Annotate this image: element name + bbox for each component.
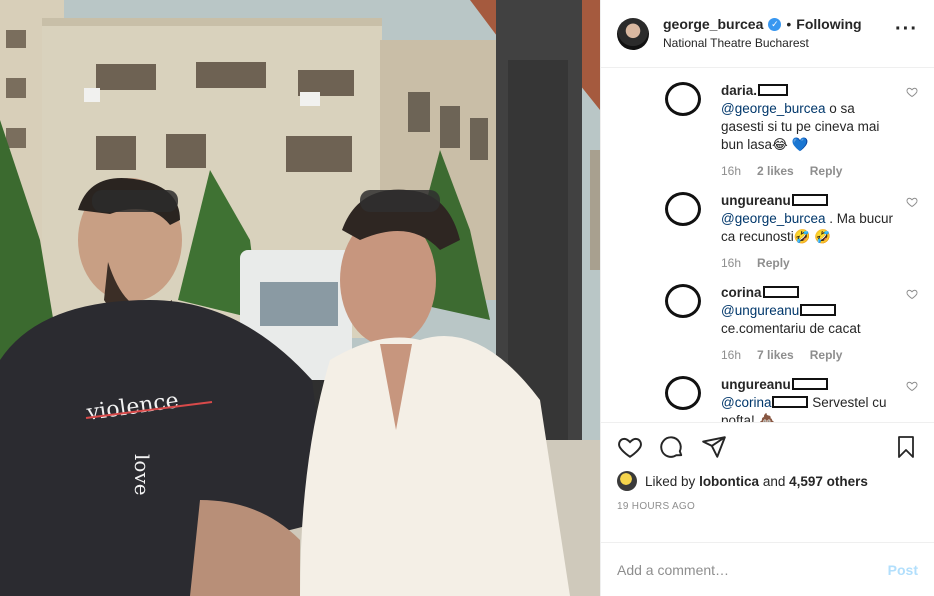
comment-time: 16h xyxy=(721,256,742,270)
redaction-box xyxy=(762,286,799,298)
photo-illustration: violence love xyxy=(0,0,600,596)
like-comment-heart-icon[interactable] xyxy=(906,380,918,392)
like-comment-heart-icon[interactable] xyxy=(906,196,918,208)
redaction-box xyxy=(772,396,809,408)
comment-emoji: 🤣 🤣 xyxy=(793,229,832,244)
liked-by-prefix: Liked by xyxy=(645,473,696,489)
comment-username[interactable]: corina xyxy=(721,285,762,300)
comment-text: corina @ungureanu ce.comentariu de cacat xyxy=(721,284,918,338)
author-avatar[interactable] xyxy=(617,17,649,50)
comment-emoji: 😂 💙 xyxy=(772,137,809,152)
comment-bubble-icon[interactable] xyxy=(659,434,685,460)
comment-text: ungureanu @george_burcea . Ma bucur ca r… xyxy=(721,192,918,246)
share-paper-plane-icon[interactable] xyxy=(701,434,727,460)
like-comment-heart-icon[interactable] xyxy=(906,86,918,98)
verified-badge-icon: ✓ xyxy=(768,18,782,31)
comment-text: daria. @george_burcea o sa gasesti si tu… xyxy=(721,82,918,154)
comment-username[interactable]: daria. xyxy=(721,83,757,98)
comment-meta: 16h 7 likes Reply xyxy=(721,348,918,362)
instagram-post-view: violence love george_burcea ✓ • Followin… xyxy=(0,0,934,596)
header-separator: • xyxy=(786,15,792,32)
post-timestamp[interactable]: 19 HOURS AGO xyxy=(617,501,918,512)
like-comment-heart-icon[interactable] xyxy=(906,288,918,300)
reply-button[interactable]: Reply xyxy=(757,256,790,270)
commenter-avatar[interactable] xyxy=(665,82,701,116)
comment-time: 16h xyxy=(721,164,742,178)
post-photo[interactable]: violence love xyxy=(0,0,600,596)
more-options-icon[interactable]: ··· xyxy=(895,19,918,39)
commenter-avatar[interactable] xyxy=(665,376,701,410)
action-icons-row xyxy=(617,431,918,463)
comment-mention[interactable]: @corina xyxy=(721,395,771,410)
comment-time: 16h xyxy=(721,348,742,362)
post-comment-button[interactable]: Post xyxy=(888,562,918,578)
comment-content: ce.comentariu de cacat xyxy=(721,321,861,336)
post-location[interactable]: National Theatre Bucharest xyxy=(663,36,862,51)
bookmark-icon[interactable] xyxy=(894,434,918,460)
liked-by-count[interactable]: 4,597 others xyxy=(789,474,868,489)
add-comment-bar: Post xyxy=(601,542,934,596)
author-line: george_burcea ✓ • Following xyxy=(663,16,862,34)
add-comment-input[interactable] xyxy=(617,561,888,578)
comment-likes[interactable]: 2 likes xyxy=(757,164,794,178)
comment-likes[interactable]: 7 likes xyxy=(757,348,794,362)
author-username[interactable]: george_burcea xyxy=(663,16,763,34)
commenter-avatar[interactable] xyxy=(665,192,701,226)
reply-button[interactable]: Reply xyxy=(810,348,843,362)
liked-by-and: and xyxy=(762,473,786,489)
comment-text: ungureanu @corina Servestel cu pofta! 💩 xyxy=(721,376,918,422)
post-sidebar: george_burcea ✓ • Following National The… xyxy=(600,0,934,596)
comment-item: corina @ungureanu ce.comentariu de cacat… xyxy=(665,284,918,362)
like-heart-icon[interactable] xyxy=(617,434,643,460)
comment-meta: 16h 2 likes Reply xyxy=(721,164,918,178)
redaction-box xyxy=(791,194,828,206)
comment-username[interactable]: ungureanu xyxy=(721,193,791,208)
redaction-box xyxy=(800,304,837,316)
comment-item: ungureanu @george_burcea . Ma bucur ca r… xyxy=(665,192,918,270)
comment-meta: 16h Reply xyxy=(721,256,918,270)
comment-mention[interactable]: @george_burcea xyxy=(721,211,826,226)
post-header: george_burcea ✓ • Following National The… xyxy=(601,0,934,68)
author-info: george_burcea ✓ • Following National The… xyxy=(663,16,862,52)
redaction-box xyxy=(791,378,828,390)
liked-by: Liked by lobontica and 4,597 others xyxy=(617,471,918,491)
liked-by-user[interactable]: lobontica xyxy=(699,474,759,489)
post-actions: Liked by lobontica and 4,597 others 19 H… xyxy=(601,422,934,542)
comment-emoji: 💩 xyxy=(758,413,776,422)
reply-button[interactable]: Reply xyxy=(810,164,843,178)
liker-avatar[interactable] xyxy=(617,471,637,491)
following-button[interactable]: Following xyxy=(796,16,861,34)
comments-list[interactable]: daria. @george_burcea o sa gasesti si tu… xyxy=(601,68,934,422)
sweater-text-love: love xyxy=(130,454,154,496)
comment-username[interactable]: ungureanu xyxy=(721,377,791,392)
comment-item: ungureanu @corina Servestel cu pofta! 💩 xyxy=(665,376,918,422)
comment-item: daria. @george_burcea o sa gasesti si tu… xyxy=(665,82,918,178)
commenter-avatar[interactable] xyxy=(665,284,701,318)
redaction-box xyxy=(758,84,789,96)
comment-mention[interactable]: @ungureanu xyxy=(721,303,799,318)
comment-mention[interactable]: @george_burcea xyxy=(721,101,826,116)
